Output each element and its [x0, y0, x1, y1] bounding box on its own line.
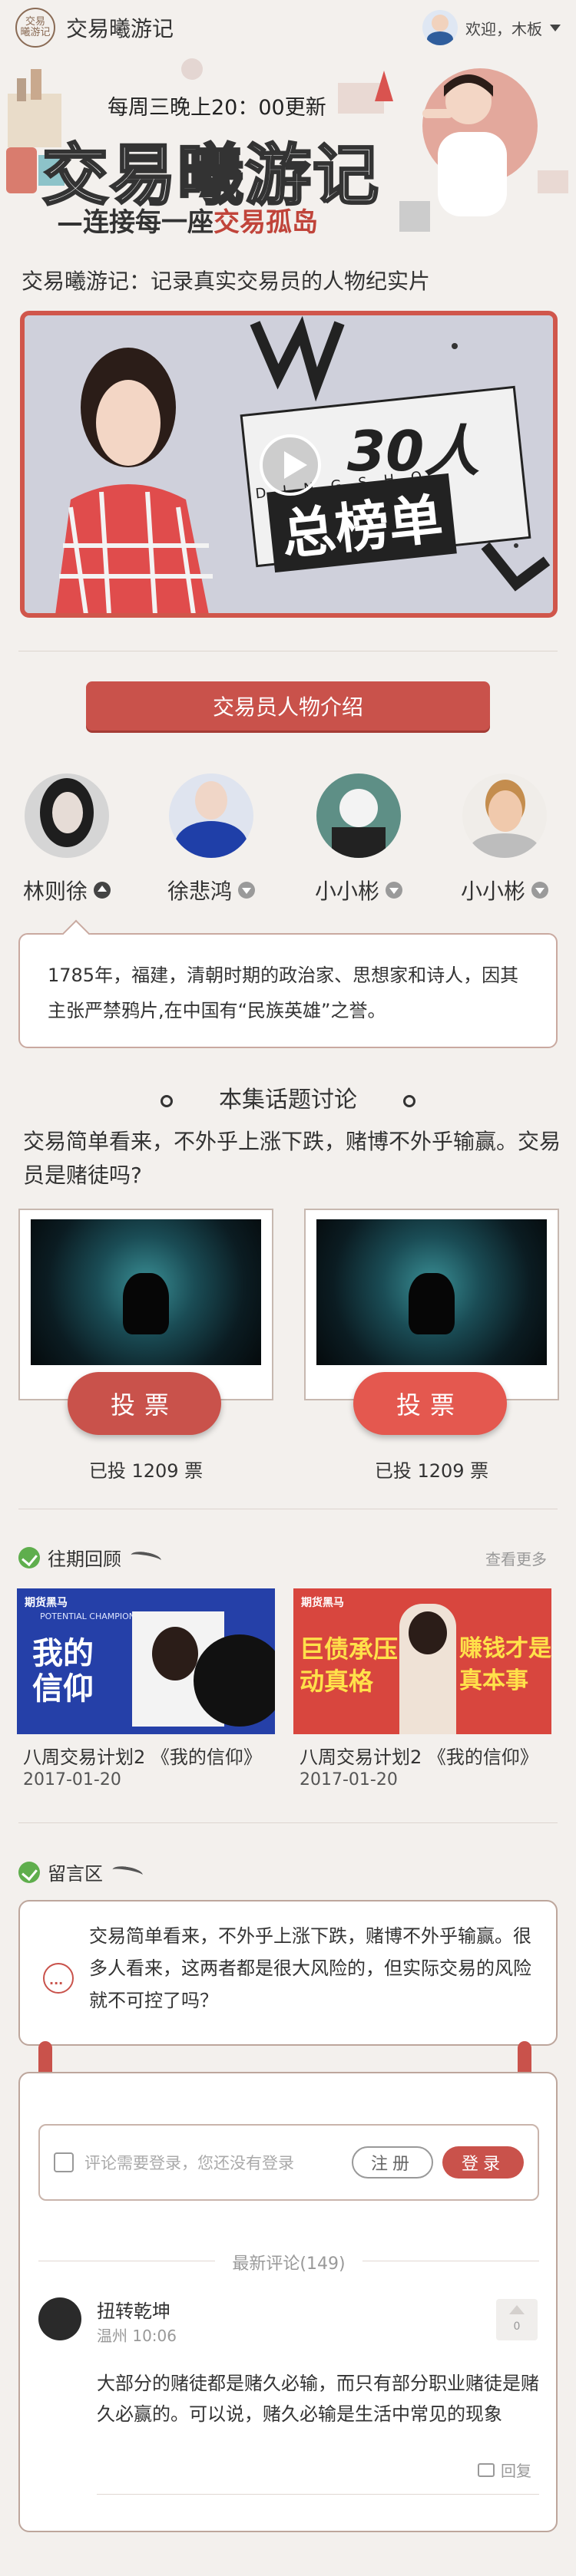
chevron-down-icon: [550, 24, 561, 31]
edit-icon: [54, 2152, 74, 2172]
welcome-text: 欢迎，木板: [465, 19, 542, 38]
episode-title: 八周交易计划2 《我的信仰》: [23, 1746, 262, 1768]
person-name-text: 林则徐: [22, 879, 88, 904]
banner-subtitle-highlight: 交易孤岛: [214, 207, 318, 238]
reply-icon: [478, 2462, 495, 2477]
vote-button[interactable]: 投票: [68, 1372, 221, 1435]
episode-photo-detail: [409, 1611, 447, 1654]
episode-thumbnail: 期货黑马 巨债承压 动真格 赚钱才是 真本事: [293, 1588, 551, 1734]
comment-panel: 评论需要登录，您还没有登录 注册 登录 最新评论(149) 扭转乾坤 温州 10…: [18, 2072, 558, 2532]
user-avatar: [422, 10, 458, 45]
user-menu[interactable]: 欢迎，木板: [422, 10, 561, 45]
app-header: 交易 曦游记 交易曦游记 欢迎，木板: [0, 0, 576, 55]
vote-count: 已投 1209 票: [88, 1460, 204, 1482]
reply-label: 回复: [501, 2462, 531, 2480]
episode-tag: POTENTIAL CHAMPION: [40, 1611, 136, 1621]
episode-card[interactable]: 期货黑马 巨债承压 动真格 赚钱才是 真本事 八周交易计划2 《我的信仰》 20…: [293, 1588, 551, 1789]
circle-icon: [403, 1094, 415, 1107]
topic-question: 交易简单看来，不外乎上涨下跌，赌博不外乎输赢。交易员是赌徒吗?: [23, 1129, 561, 1188]
past-episodes-heading: 往期回顾: [18, 1544, 162, 1571]
commenter-name: 扭转乾坤: [97, 2301, 170, 2322]
episode-date: 2017-01-20: [23, 1770, 121, 1789]
episode-photo-detail: [152, 1627, 198, 1681]
leaf-icon: [18, 1546, 40, 1568]
episode-thumb-text: 赚钱才是 真本事: [459, 1635, 551, 1694]
app-title: 交易曦游记: [66, 16, 174, 41]
episode-thumb-text: 我的 信仰: [32, 1636, 94, 1707]
latest-comments-label: 最新评论(149): [38, 2250, 539, 2274]
person-name-text: 小小彬: [460, 879, 525, 904]
episode-date: 2017-01-20: [300, 1770, 398, 1789]
arrow-icon: [111, 1864, 144, 1880]
person-name-text: 小小彬: [314, 879, 379, 904]
episode-title: 八周交易计划2 《我的信仰》: [300, 1746, 538, 1768]
chat-icon: [43, 1963, 74, 2000]
comment-input[interactable]: 评论需要登录，您还没有登录 注册 登录: [38, 2124, 539, 2201]
see-more-link[interactable]: 查看更多: [485, 1547, 547, 1569]
episode-brand: 期货黑马: [25, 1597, 68, 1609]
vote-option-image: [31, 1219, 261, 1365]
episode-thumbnail: 期货黑马 POTENTIAL CHAMPION 我的 信仰: [17, 1588, 275, 1734]
episode-brand: 期货黑马: [301, 1597, 344, 1609]
register-button[interactable]: 注册: [352, 2146, 433, 2179]
chevron-down-icon: [531, 882, 548, 899]
banner-subtitle-main: —连接每一座: [57, 207, 214, 238]
like-count: 0: [513, 2320, 521, 2333]
person-bio: 1785年，福建，清朝时期的政治家、思想家和诗人，因其主张严禁鸦片,在中国有“民…: [18, 933, 558, 1048]
comment-meta: 温州 10:06: [97, 2327, 177, 2345]
banner-subtitle: —连接每一座交易孤岛: [57, 201, 318, 239]
person-card[interactable]: 徐悲鸿: [154, 773, 269, 905]
reply-button[interactable]: 回复: [478, 2459, 531, 2481]
person-name: 徐悲鸿: [154, 875, 269, 905]
show-intro: 交易曦游记：记录真实交易员的人物纪实片: [22, 269, 431, 294]
chevron-down-icon: [386, 882, 402, 899]
episode-thumb-text: 巨债承压 动真格: [300, 1634, 399, 1696]
person-avatar: [462, 773, 547, 858]
comments-title: 留言区: [48, 1863, 103, 1885]
vote-button[interactable]: 投票: [353, 1372, 507, 1435]
comment-input-placeholder: 评论需要登录，您还没有登录: [84, 2154, 294, 2172]
past-episodes-title: 往期回顾: [48, 1549, 121, 1570]
section-divider: [18, 1822, 558, 1823]
person-card[interactable]: 小小彬: [447, 773, 562, 905]
arrow-icon: [130, 1549, 162, 1565]
person-name: 小小彬: [447, 875, 562, 905]
video-player[interactable]: 30人 DINGSHO 总榜单: [20, 311, 558, 618]
leaf-icon: [18, 1861, 40, 1883]
people-intro-button[interactable]: 交易员人物介绍: [86, 681, 490, 731]
vote-option-image: [316, 1219, 547, 1365]
episode-card[interactable]: 期货黑马 POTENTIAL CHAMPION 我的 信仰 八周交易计划2 《我…: [17, 1588, 275, 1789]
person-name-text: 徐悲鸿: [167, 879, 232, 904]
chevron-up-icon: [94, 882, 111, 899]
vote-count: 已投 1209 票: [374, 1460, 489, 1482]
person-card[interactable]: 林则徐: [9, 773, 124, 905]
discussion-post-text: 交易简单看来，不外乎上涨下跌，赌博不外乎输赢。很多人看来，这两者都是很大风险的，…: [89, 1925, 531, 2011]
circle-icon: [161, 1094, 173, 1107]
play-icon[interactable]: [260, 434, 321, 496]
person-avatar: [169, 773, 253, 858]
commenter-avatar: [38, 2297, 81, 2340]
topic-heading-text: 本集话题讨论: [219, 1087, 357, 1113]
comments-heading: 留言区: [18, 1859, 144, 1885]
person-avatar: [316, 773, 401, 858]
banner-update-text: 每周三晚上20：00更新: [108, 96, 326, 120]
person-avatar: [25, 773, 109, 858]
comment-divider: [97, 2494, 539, 2495]
chevron-down-icon: [238, 882, 255, 899]
login-button[interactable]: 登录: [442, 2146, 524, 2179]
like-button[interactable]: 0: [496, 2299, 538, 2340]
discussion-post: 交易简单看来，不外乎上涨下跌，赌博不外乎输赢。很多人看来，这两者都是很大风险的，…: [18, 1900, 558, 2046]
person-name: 小小彬: [301, 875, 416, 905]
person-card[interactable]: 小小彬: [301, 773, 416, 905]
person-name: 林则徐: [9, 875, 124, 905]
app-logo[interactable]: 交易 曦游记: [15, 8, 55, 48]
topic-heading: 本集话题讨论: [0, 1080, 576, 1114]
comment-text: 大部分的赌徒都是赌久必输，而只有部分职业赌徒是赌久必赢的。可以说，赌久必输是生活…: [97, 2373, 539, 2425]
